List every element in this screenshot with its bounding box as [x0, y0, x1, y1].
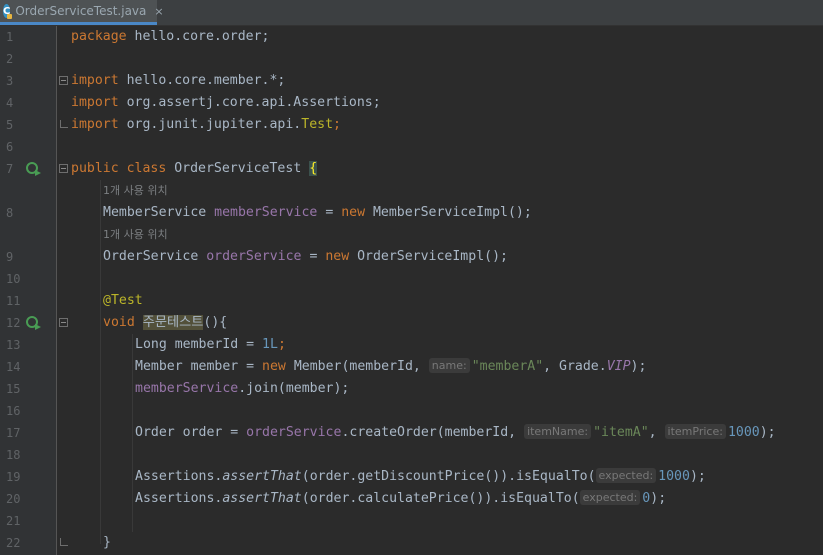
param-hint: expected:: [579, 490, 641, 505]
line-number: 15: [6, 382, 21, 396]
line-number: 22: [6, 536, 21, 550]
fold-icon[interactable]: [59, 164, 68, 173]
line-number: 16: [6, 404, 21, 418]
editor-tab-bar: C OrderServiceTest.java ×: [0, 0, 823, 26]
line-number: 4: [6, 96, 14, 110]
param-hint: itemName:: [524, 424, 592, 439]
line-number-gutter: 1 2 3 4 5 6 7 8 9 10 11 12 13 14 15 16 1…: [0, 26, 57, 555]
line-number: 7: [6, 162, 14, 176]
line-number: 21: [6, 514, 21, 528]
code-line-7: public class OrderServiceTest {: [71, 161, 318, 176]
code-line-9: OrderService orderService = new OrderSer…: [103, 249, 508, 264]
line-number: 5: [6, 118, 14, 132]
run-test-icon[interactable]: [26, 315, 42, 331]
line-number: 17: [6, 426, 21, 440]
line-number: 18: [6, 448, 21, 462]
indent-guide: [100, 180, 101, 544]
close-tab-icon[interactable]: ×: [154, 5, 163, 18]
line-number: 13: [6, 338, 21, 352]
code-line-8: MemberService memberService = new Member…: [103, 205, 532, 220]
fold-icon[interactable]: [59, 318, 68, 327]
code-line-3: import hello.core.member.*;: [71, 73, 286, 88]
line-number: 10: [6, 272, 21, 286]
code-line-19: Assertions.assertThat(order.getDiscountP…: [135, 468, 706, 484]
fold-end-icon[interactable]: [60, 538, 68, 546]
line-number: 9: [6, 250, 14, 264]
code-line-17: Order order = orderService.createOrder(m…: [135, 424, 776, 440]
line-number: 19: [6, 470, 21, 484]
indent-guide: [132, 334, 133, 532]
code-line-1: package hello.core.order;: [71, 29, 270, 44]
code-editor[interactable]: 1 2 3 4 5 6 7 8 9 10 11 12 13 14 15 16 1…: [0, 26, 823, 555]
line-number: 3: [6, 74, 14, 88]
fold-end-icon[interactable]: [60, 120, 68, 128]
usages-hint[interactable]: 1개 사용 위치: [103, 180, 168, 202]
param-hint: expected:: [595, 468, 657, 483]
line-number: 12: [6, 316, 21, 330]
fold-icon[interactable]: [59, 76, 68, 85]
line-number: 6: [6, 140, 14, 154]
code-line-22: }: [103, 535, 111, 550]
line-number: 20: [6, 492, 21, 506]
code-line-13: Long memberId = 1L;: [135, 337, 286, 352]
code-line-14: Member member = new Member(memberId, nam…: [135, 358, 647, 374]
param-hint: itemPrice:: [664, 424, 726, 439]
line-number: 11: [6, 294, 21, 308]
run-test-icon[interactable]: [26, 161, 42, 177]
code-line-15: memberService.join(member);: [135, 381, 350, 396]
param-hint: name:: [428, 358, 470, 373]
line-number: 2: [6, 52, 14, 66]
code-line-5: import org.junit.jupiter.api.Test;: [71, 117, 341, 132]
code-line-4: import org.assertj.core.api.Assertions;: [71, 95, 381, 110]
java-class-icon: C: [3, 4, 13, 19]
code-line-11: @Test: [103, 293, 143, 308]
usages-hint[interactable]: 1개 사용 위치: [103, 224, 168, 246]
tab-order-service-test[interactable]: C OrderServiceTest.java ×: [0, 0, 164, 25]
code-line-12: void 주문테스트(){: [103, 315, 228, 330]
tab-title: OrderServiceTest.java: [15, 4, 147, 18]
line-number: 1: [6, 30, 14, 44]
line-number: 8: [6, 206, 14, 220]
line-number: 14: [6, 360, 21, 374]
code-line-20: Assertions.assertThat(order.calculatePri…: [135, 490, 667, 506]
